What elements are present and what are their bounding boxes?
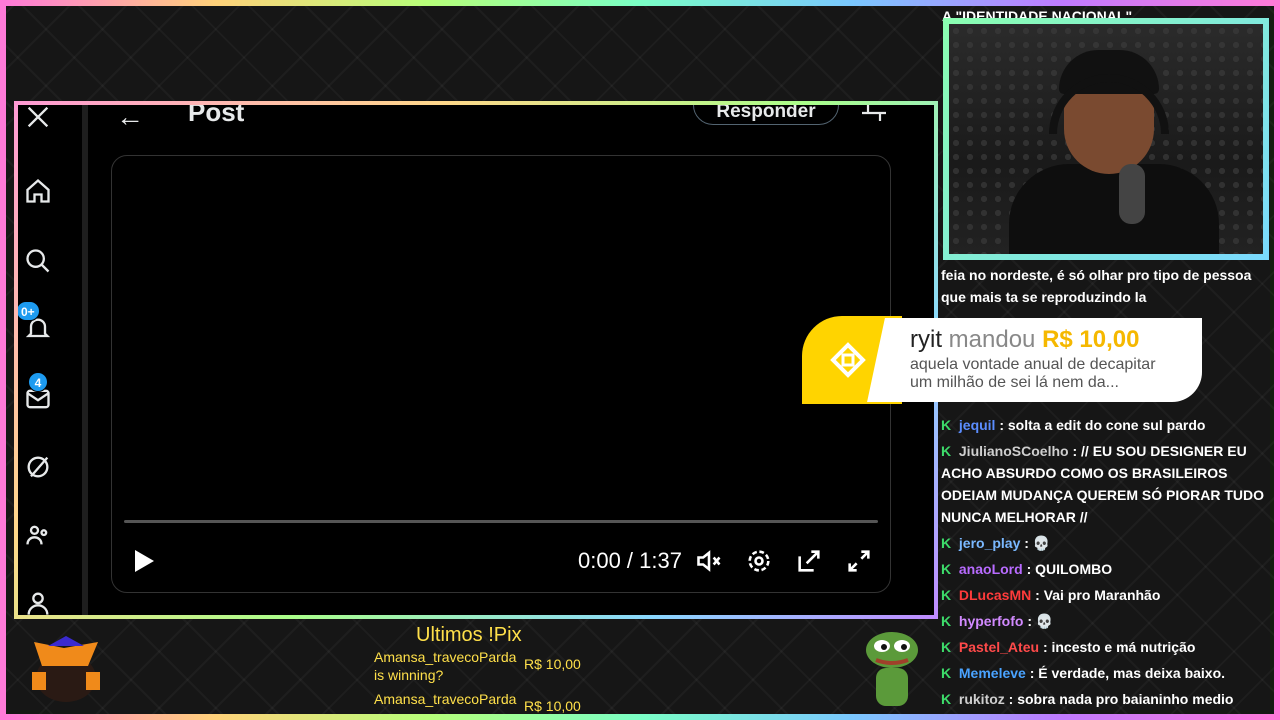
kick-badge-icon: K xyxy=(941,443,952,459)
chat-line: K DLucasMN : Vai pro Maranhão xyxy=(941,584,1160,606)
microphone xyxy=(1119,164,1145,224)
chat-text: : QUILOMBO xyxy=(1026,561,1113,577)
character-icon xyxy=(32,636,100,702)
notification-badge: 0+ xyxy=(18,301,40,321)
home-icon[interactable] xyxy=(20,173,56,209)
search-icon[interactable] xyxy=(20,243,56,279)
play-icon[interactable] xyxy=(132,548,156,574)
kick-badge-icon: K xyxy=(941,665,952,681)
chat-text: : É verdade, mas deixa baixo. xyxy=(1029,665,1226,681)
chat-username[interactable]: jero_play xyxy=(959,535,1020,551)
reply-button[interactable]: Responder xyxy=(693,105,839,125)
chat-text: : xyxy=(1027,613,1033,629)
pix-list-title: Ultimos !Pix xyxy=(416,624,522,646)
chat-line: K Memeleve : É verdade, mas deixa baixo. xyxy=(941,662,1225,684)
settings-icon[interactable] xyxy=(744,546,774,576)
pepe-emote-icon xyxy=(866,632,918,706)
post-header: ← Post Responder xyxy=(108,105,918,141)
pix-item-name: Amansa_travecoParda xyxy=(374,691,517,707)
donation-header: ryit mandou R$ 10,00 xyxy=(910,326,1139,354)
chat-text: : sobra nada pro baianinho medio xyxy=(1008,691,1234,707)
arrow-left-icon[interactable]: ← xyxy=(116,105,144,131)
kick-badge-icon: K xyxy=(941,561,952,577)
chat-line: K anaoLord : QUILOMBO xyxy=(941,558,1112,580)
messages-badge: 4 xyxy=(28,372,48,392)
chat-text: : incesto e má nutrição xyxy=(1042,639,1196,655)
donation-amount: R$ 10,00 xyxy=(1042,326,1140,353)
chat-text: : Vai pro Maranhão xyxy=(1035,587,1161,603)
chat-username[interactable]: anaoLord xyxy=(959,561,1023,577)
chat-username[interactable]: DLucasMN xyxy=(959,587,1031,603)
chat-username[interactable]: rukitoz xyxy=(959,691,1005,707)
kick-badge-icon: K xyxy=(941,613,952,629)
screen-capture-frame: 0+ 4 ← Post Responder 0:00 / 1:37 xyxy=(14,101,938,619)
volume-icon[interactable] xyxy=(694,546,724,576)
chat-text: : solta a edit do cone sul pardo xyxy=(999,417,1206,433)
donation-alert: ryit mandou R$ 10,00 aquela vontade anua… xyxy=(802,316,1202,404)
donor-name: ryit xyxy=(910,326,942,353)
skull-emote-icon: 💀 xyxy=(1035,613,1054,629)
webcam-feed xyxy=(949,24,1263,254)
pix-item-amount: R$ 10,00 xyxy=(524,656,581,672)
x-logo-icon[interactable] xyxy=(20,105,56,135)
donation-verb: mandou xyxy=(948,326,1036,353)
pix-item-message: is winning? xyxy=(374,667,444,683)
video-progress-bar[interactable] xyxy=(124,520,878,523)
chat-username[interactable]: jequil xyxy=(959,417,996,433)
chat-text: : xyxy=(1024,535,1029,551)
scrollbar[interactable] xyxy=(82,105,88,615)
chat-line: K JiulianoSCoelho : // EU SOU DESIGNER E… xyxy=(941,440,1271,528)
chat-line: K jequil : solta a edit do cone sul pard… xyxy=(941,414,1205,436)
chat-username[interactable]: JiulianoSCoelho xyxy=(959,443,1069,459)
x-post-page: 0+ 4 ← Post Responder 0:00 / 1:37 xyxy=(18,105,934,615)
chat-username[interactable]: hyperfofo xyxy=(959,613,1024,629)
pix-item-name: Amansa_travecoParda xyxy=(374,649,517,665)
options-icon[interactable] xyxy=(860,105,888,125)
chat-line: K Pastel_Ateu : incesto e má nutrição xyxy=(941,636,1195,658)
pix-item-amount: R$ 10,00 xyxy=(524,698,581,714)
page-title: Post xyxy=(188,105,245,127)
video-player[interactable]: 0:00 / 1:37 xyxy=(111,155,891,593)
streamer-body xyxy=(1009,164,1219,254)
chat-line: K hyperfofo : 💀 xyxy=(941,610,1053,632)
skull-emote-icon: 💀 xyxy=(1032,535,1051,551)
kick-badge-icon: K xyxy=(941,417,952,433)
communities-icon[interactable] xyxy=(20,517,56,553)
webcam-frame xyxy=(943,18,1269,260)
chat-username[interactable]: Memeleve xyxy=(959,665,1026,681)
chat-username[interactable]: Pastel_Ateu xyxy=(959,639,1039,655)
kick-badge-icon: K xyxy=(941,587,952,603)
donation-message: aquela vontade anual de decapitar um mil… xyxy=(910,356,1156,391)
fullscreen-icon[interactable] xyxy=(844,546,874,576)
x-sidebar: 0+ 4 xyxy=(18,105,88,615)
kick-badge-icon: K xyxy=(941,535,952,551)
profile-icon[interactable] xyxy=(20,585,56,615)
kick-badge-icon: K xyxy=(941,639,952,655)
chat-message-top: feia no nordeste, é só olhar pro tipo de… xyxy=(941,267,1252,305)
chat-line: K jero_play : 💀 xyxy=(941,532,1050,554)
video-time: 0:00 / 1:37 xyxy=(578,548,682,573)
pix-icon xyxy=(830,342,866,378)
grok-icon[interactable] xyxy=(20,449,56,485)
pip-icon[interactable] xyxy=(794,546,824,576)
chat-line: K rukitoz : sobra nada pro baianinho med… xyxy=(941,688,1233,710)
kick-badge-icon: K xyxy=(941,691,952,707)
